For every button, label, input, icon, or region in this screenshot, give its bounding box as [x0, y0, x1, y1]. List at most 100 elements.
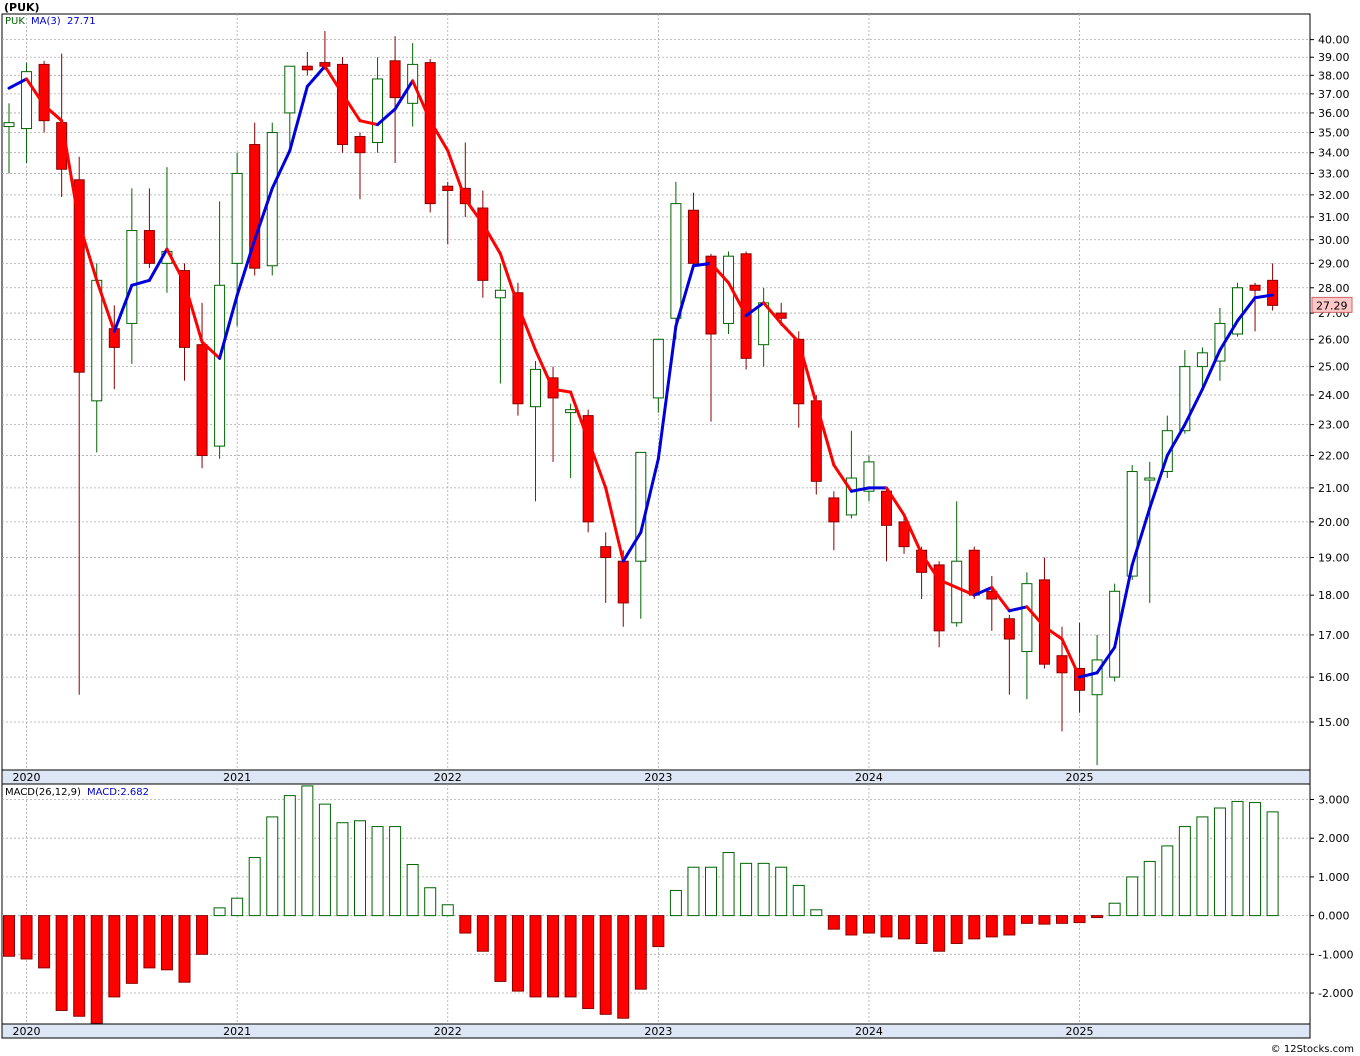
last-price-badge-text: 27.29	[1316, 299, 1348, 312]
candle-body	[951, 560, 963, 624]
candle-body	[442, 185, 454, 192]
macd-bar	[1178, 826, 1191, 917]
candle-body	[687, 209, 699, 264]
candle-body	[214, 284, 226, 447]
candle-body	[1267, 279, 1279, 306]
macd-legend-value: MACD:2.682	[87, 787, 149, 798]
macd-bar	[634, 915, 647, 990]
candle-body	[1021, 583, 1033, 652]
price-y-tick-label: 40.00	[1318, 34, 1350, 47]
macd-bar	[55, 915, 68, 1011]
candle-body	[91, 279, 103, 402]
macd-bar	[862, 915, 875, 934]
macd-bar	[354, 820, 366, 917]
macd-bar	[178, 915, 191, 983]
price-y-tick-label: 30.00	[1318, 234, 1350, 247]
macd-bar	[1213, 807, 1226, 917]
macd-bar	[38, 915, 51, 969]
price-y-tick-label: 26.00	[1318, 333, 1350, 346]
candle-body	[389, 60, 401, 99]
macd-bar	[915, 915, 928, 944]
price-legend-symbol: PUK	[5, 16, 25, 27]
price-x-tick-label: 2021	[223, 771, 251, 784]
macd-x-tick-label: 2022	[434, 1025, 462, 1038]
candle-body	[828, 497, 840, 523]
price-x-tick-label: 2023	[644, 771, 672, 784]
candle-body	[1196, 352, 1208, 368]
macd-bar	[459, 915, 472, 934]
macd-bar	[968, 915, 981, 940]
macd-bar	[1266, 811, 1279, 917]
price-x-tick-label: 2025	[1066, 771, 1094, 784]
footer-credit: © 12Stocks.com	[1271, 1044, 1354, 1055]
macd-bar	[1003, 915, 1016, 936]
macd-legend-label: MACD(26,12,9)	[5, 787, 81, 798]
price-y-tick-label: 16.00	[1318, 671, 1350, 684]
macd-bar	[283, 795, 296, 917]
price-y-tick-label: 35.00	[1318, 127, 1350, 140]
price-y-tick-label: 29.00	[1318, 257, 1350, 270]
candle-body	[3, 122, 15, 128]
candle-body	[1249, 284, 1261, 291]
macd-bar	[1091, 915, 1104, 919]
price-y-tick-label: 32.00	[1318, 189, 1350, 202]
candle-body	[38, 63, 50, 122]
price-x-tick-label: 2024	[855, 771, 883, 784]
macd-bar	[1126, 876, 1139, 917]
macd-bar	[318, 803, 331, 917]
macd-bar	[705, 866, 717, 917]
candle-body	[196, 344, 208, 457]
candle-body	[1056, 655, 1068, 674]
candle-body	[336, 63, 348, 146]
macd-bar	[160, 915, 173, 971]
price-y-tick-label: 25.00	[1318, 361, 1350, 374]
macd-x-tick-label: 2023	[644, 1025, 672, 1038]
macd-bar	[880, 915, 893, 938]
candle-body	[565, 409, 577, 414]
macd-bar	[617, 915, 630, 1019]
macd-bar	[336, 822, 349, 917]
macd-bar	[248, 857, 261, 917]
macd-bar	[1231, 800, 1244, 917]
price-legend-ma: MA(3)	[31, 16, 61, 27]
candle-body	[1179, 366, 1191, 432]
macd-bar	[687, 866, 700, 917]
candle-body	[494, 289, 506, 299]
price-x-tick-label: 2022	[434, 771, 462, 784]
candle-body	[1003, 618, 1015, 640]
macd-bar	[1056, 915, 1068, 924]
candle-body	[635, 451, 647, 562]
price-y-tick-label: 20.00	[1318, 516, 1350, 529]
macd-bar	[1196, 816, 1209, 917]
price-y-tick-label: 37.00	[1318, 88, 1350, 101]
candle-body	[301, 65, 313, 71]
macd-bar	[511, 915, 524, 992]
price-y-tick-label: 19.00	[1318, 552, 1350, 565]
macd-bar	[424, 887, 437, 917]
symbol-title: (PUK)	[4, 1, 40, 14]
macd-x-tick-label: 2020	[13, 1025, 41, 1038]
macd-y-tick-label: 2.000	[1318, 832, 1350, 845]
macd-bar	[196, 915, 209, 955]
macd-bar	[757, 862, 770, 917]
macd-bar	[722, 852, 735, 917]
macd-bar	[213, 907, 226, 917]
macd-bar	[827, 915, 840, 930]
candle-body	[1144, 477, 1156, 481]
macd-bar	[1038, 915, 1051, 925]
macd-bar	[1249, 802, 1262, 917]
chart-canvas: (PUK) 15.00 16.00 17.00 18.00 19.00 20.00 21.0…	[0, 0, 1360, 1056]
macd-bar	[231, 897, 244, 917]
macd-bar	[792, 884, 805, 917]
macd-bar	[406, 864, 419, 917]
price-y-tick-label: 33.00	[1318, 167, 1350, 180]
macd-bar	[389, 826, 402, 917]
macd-bar	[1143, 860, 1156, 917]
macd-bar	[564, 915, 577, 998]
macd-y-tick-label: 0.000	[1318, 910, 1350, 923]
price-y-tick-label: 21.00	[1318, 482, 1350, 495]
macd-bar	[494, 915, 507, 982]
candle-body	[424, 62, 436, 205]
candle-body	[372, 78, 384, 144]
price-y-tick-label: 39.00	[1318, 51, 1350, 64]
